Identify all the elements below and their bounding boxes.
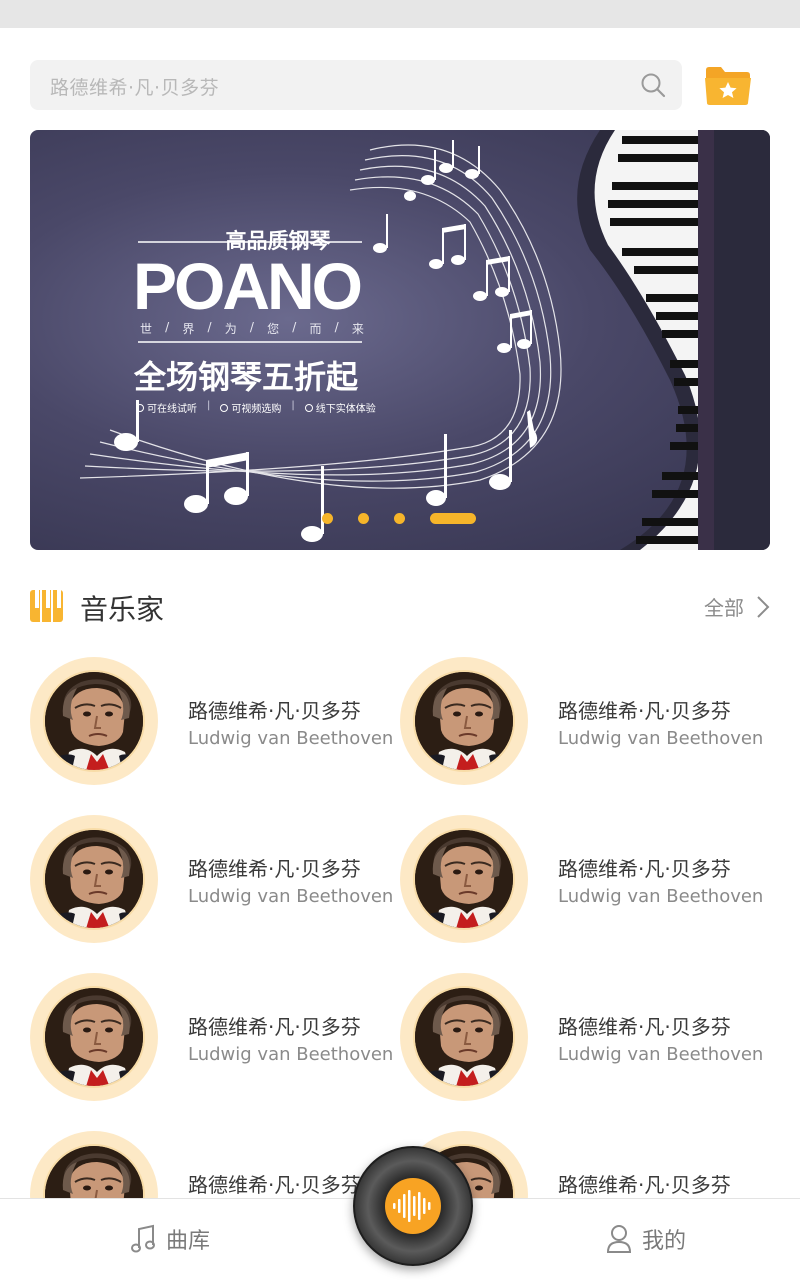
- musician-name-zh: 路德维希·凡·贝多芬: [188, 1173, 361, 1197]
- feature-item: 可在线试听: [136, 400, 197, 415]
- musician-name-zh: 路德维希·凡·贝多芬: [188, 699, 361, 723]
- circle-icon: [220, 403, 229, 412]
- carousel-dot[interactable]: [394, 513, 405, 524]
- search-placeholder[interactable]: 路德维希·凡·贝多芬: [50, 73, 219, 100]
- promo-banner[interactable]: 高品质钢琴 POANO 世 / 界 / 为 / 您 / 而 / 来 全场钢琴五折起 可在线…: [30, 130, 770, 550]
- music-note-icon: [131, 1224, 155, 1253]
- piano-artwork: [79, 130, 770, 550]
- status-bar: [0, 0, 800, 28]
- user-icon: [606, 1225, 632, 1253]
- tab-mine-label[interactable]: 我的: [642, 1223, 686, 1255]
- musicians-section-header: 音乐家 全部: [30, 586, 770, 626]
- tab-library-label[interactable]: 曲库: [166, 1223, 210, 1255]
- tagline-char: 来: [351, 322, 364, 336]
- musician-card[interactable]: 路德维希·凡·贝多芬 Ludwig van Beethoven: [400, 815, 770, 945]
- musician-name-en: Ludwig van Beethoven: [558, 886, 764, 907]
- musician-name-en: Ludwig van Beethoven: [558, 728, 764, 749]
- chevron-right-icon[interactable]: [756, 595, 770, 619]
- circle-icon: [304, 403, 313, 412]
- musician-card[interactable]: 路德维希·凡·贝多芬 Ludwig van Beethoven: [400, 657, 770, 787]
- see-all-link[interactable]: 全部: [704, 592, 770, 621]
- musician-avatar[interactable]: [400, 815, 528, 943]
- tagline-char: 而: [309, 322, 322, 336]
- musician-avatar[interactable]: [400, 657, 528, 785]
- musician-name-en: Ludwig van Beethoven: [188, 728, 394, 749]
- musician-portrait: [43, 986, 145, 1088]
- musician-portrait: [413, 986, 515, 1088]
- carousel-dot-active[interactable]: [430, 513, 476, 524]
- carousel-indicators[interactable]: [322, 513, 476, 524]
- musician-avatar[interactable]: [30, 815, 158, 943]
- tagline-char: 界: [182, 322, 195, 336]
- musician-name-zh: 路德维希·凡·贝多芬: [188, 1015, 361, 1039]
- musician-name-zh: 路德维希·凡·贝多芬: [558, 1015, 731, 1039]
- banner-title: POANO: [133, 249, 363, 323]
- musician-portrait: [413, 670, 515, 772]
- piano-keys-icon: [30, 590, 63, 622]
- musician-portrait: [413, 828, 515, 930]
- see-all-label[interactable]: 全部: [704, 592, 744, 621]
- musician-card[interactable]: 路德维希·凡·贝多芬 Ludwig van Beethoven: [400, 973, 770, 1103]
- musician-name-en: Ludwig van Beethoven: [558, 1044, 764, 1065]
- musician-portrait: [43, 670, 145, 772]
- section-title: 音乐家: [80, 593, 165, 626]
- musician-card[interactable]: 路德维希·凡·贝多芬 Ludwig van Beethoven: [30, 657, 400, 787]
- tagline-char: 世: [140, 322, 153, 336]
- musician-name-en: Ludwig van Beethoven: [188, 886, 394, 907]
- musician-avatar[interactable]: [30, 973, 158, 1101]
- carousel-dot[interactable]: [322, 513, 333, 524]
- tab-mine[interactable]: 我的: [606, 1223, 686, 1255]
- musician-card[interactable]: 路德维希·凡·贝多芬 Ludwig van Beethoven: [30, 973, 400, 1103]
- musician-name-zh: 路德维希·凡·贝多芬: [558, 699, 731, 723]
- banner-features: 可在线试听 | 可视频选购 | 线下实体体验: [136, 400, 376, 415]
- carousel-dot[interactable]: [358, 513, 369, 524]
- musician-name-zh: 路德维希·凡·贝多芬: [558, 857, 731, 881]
- search-bar[interactable]: 路德维希·凡·贝多芬: [30, 60, 682, 110]
- circle-icon: [136, 403, 144, 412]
- musician-name-en: Ludwig van Beethoven: [188, 1044, 394, 1065]
- search-icon[interactable]: [640, 72, 666, 98]
- player-vinyl-button[interactable]: [353, 1146, 473, 1266]
- musician-portrait: [43, 828, 145, 930]
- star-folder-icon[interactable]: [704, 64, 752, 106]
- banner-tagline: 世 / 界 / 为 / 您 / 而 / 来: [140, 320, 364, 336]
- banner-slogan: 全场钢琴五折起: [134, 358, 359, 396]
- musician-avatar[interactable]: [400, 973, 528, 1101]
- tab-library[interactable]: 曲库: [130, 1223, 210, 1255]
- musician-card[interactable]: 路德维希·凡·贝多芬 Ludwig van Beethoven: [30, 815, 400, 945]
- musician-avatar[interactable]: [30, 657, 158, 785]
- vinyl-waveform-icon[interactable]: [385, 1178, 441, 1234]
- musician-name-zh: 路德维希·凡·贝多芬: [558, 1173, 731, 1197]
- tagline-char: 为: [224, 322, 237, 336]
- musician-name-zh: 路德维希·凡·贝多芬: [188, 857, 361, 881]
- feature-item: 线下实体体验: [304, 400, 376, 415]
- tagline-char: 您: [267, 322, 280, 336]
- feature-item: 可视频选购: [220, 400, 281, 415]
